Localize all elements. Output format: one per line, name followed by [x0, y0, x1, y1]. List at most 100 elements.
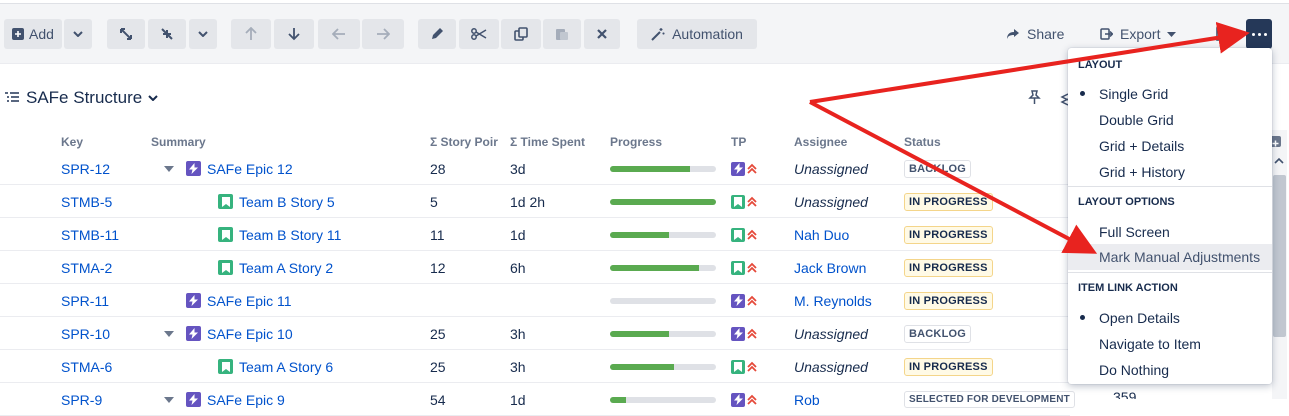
column-header-summary[interactable]: Summary: [151, 135, 206, 149]
table-row[interactable]: STMA-2 Team A Story 2 12 6h Jack Brown IN PRO…: [0, 251, 1070, 284]
layout-toggle-button[interactable]: [1216, 19, 1232, 49]
issue-summary-link[interactable]: Team A Story 6: [239, 359, 333, 375]
story-icon: [218, 227, 233, 242]
table-row[interactable]: SPR-12 SAFe Epic 12 28 3d Unassigned BACKLOG: [0, 152, 1070, 185]
move-left-button[interactable]: [318, 19, 360, 49]
menu-item-full-screen[interactable]: Full Screen: [1099, 224, 1170, 240]
expand-button[interactable]: [107, 19, 145, 49]
assignee-value[interactable]: Nah Duo: [794, 218, 849, 251]
assignee-value[interactable]: Jack Brown: [794, 251, 866, 284]
delete-button[interactable]: [584, 19, 620, 49]
table-row[interactable]: STMB-11 Team B Story 11 11 1d Nah Duo IN PROG…: [0, 218, 1070, 251]
column-header-tp[interactable]: TP: [731, 135, 746, 149]
status-badge[interactable]: IN PROGRESS: [904, 192, 993, 211]
copy-button[interactable]: [501, 19, 541, 49]
assignee-value[interactable]: Rob: [794, 383, 820, 416]
status-badge[interactable]: IN PROGRESS: [904, 258, 993, 277]
status-badge[interactable]: SELECTED FOR DEVELOPMENT: [904, 391, 1075, 408]
issue-key-link[interactable]: STMB-5: [61, 185, 112, 218]
pin-icon[interactable]: [1027, 90, 1042, 110]
tp-epic-icon: [731, 161, 745, 176]
issue-key-link[interactable]: STMB-11: [61, 218, 119, 251]
menu-item-do-nothing[interactable]: Do Nothing: [1099, 362, 1169, 378]
scissors-icon: [471, 28, 487, 40]
story-points-value: 12: [430, 259, 446, 276]
add-dropdown-button[interactable]: [64, 19, 92, 49]
issue-key-link[interactable]: STMA-6: [61, 350, 112, 383]
progress-bar: [610, 284, 716, 317]
tp-cell: [731, 284, 757, 317]
issue-summary-link[interactable]: SAFe Epic 10: [207, 326, 293, 342]
issue-key-link[interactable]: SPR-10: [61, 317, 110, 350]
progress-fill: [610, 165, 690, 172]
priority-highest-icon: [747, 295, 757, 306]
edit-button[interactable]: [418, 19, 456, 49]
menu-item-double-grid[interactable]: Double Grid: [1099, 112, 1174, 128]
table-row[interactable]: SPR-9 SAFe Epic 9 54 1d Rob SELECTED FOR DEVE…: [0, 383, 1075, 416]
automation-button[interactable]: Automation: [637, 19, 757, 49]
column-header-assignee[interactable]: Assignee: [794, 135, 847, 149]
paste-button[interactable]: [543, 19, 581, 49]
scroll-up-icon[interactable]: [1272, 152, 1286, 170]
column-header-progress[interactable]: Progress: [610, 135, 662, 149]
issue-summary-link[interactable]: Team B Story 11: [239, 227, 341, 243]
table-row[interactable]: STMA-6 Team A Story 6 25 3h Unassigned IN PRO…: [0, 350, 1070, 383]
share-button[interactable]: Share: [1006, 19, 1064, 49]
progress-fill: [610, 198, 716, 205]
table-row[interactable]: SPR-11 SAFe Epic 11 M. Reynolds IN PROGRESS: [0, 284, 1070, 317]
collapse-button[interactable]: [148, 19, 186, 49]
expand-dropdown-button[interactable]: [189, 19, 217, 49]
menu-item-open-details[interactable]: Open Details: [1099, 310, 1180, 326]
column-header-story-points[interactable]: Σ Story Poir: [430, 135, 498, 149]
hierarchy-icon: [5, 92, 19, 102]
progress-bar: [610, 152, 716, 185]
status-badge[interactable]: IN PROGRESS: [904, 225, 993, 244]
scrollbar-thumb[interactable]: [1273, 175, 1286, 337]
issue-summary-link[interactable]: Team A Story 2: [239, 260, 333, 276]
column-header-key[interactable]: Key: [61, 135, 83, 149]
menu-item-mark-manual-adjustments[interactable]: Mark Manual Adjustments: [1068, 244, 1272, 270]
add-button[interactable]: Add: [4, 19, 62, 49]
tp-epic-icon: [731, 293, 745, 308]
menu-item-navigate-to-item[interactable]: Navigate to Item: [1099, 336, 1201, 352]
export-button[interactable]: Export: [1100, 19, 1177, 49]
export-label: Export: [1120, 26, 1161, 42]
status-badge[interactable]: IN PROGRESS: [904, 357, 993, 376]
more-options-button[interactable]: [1246, 19, 1272, 49]
menu-item-grid-details[interactable]: Grid + Details: [1099, 138, 1184, 154]
menu-item-grid-history[interactable]: Grid + History: [1099, 164, 1185, 180]
cut-button[interactable]: [459, 19, 499, 49]
move-right-button[interactable]: [362, 19, 404, 49]
status-badge[interactable]: BACKLOG: [904, 159, 972, 178]
layers-icon[interactable]: [1060, 92, 1069, 111]
issue-key-link[interactable]: SPR-9: [61, 383, 102, 416]
issue-summary-link[interactable]: Team B Story 5: [239, 194, 335, 210]
issue-key-link[interactable]: STMA-2: [61, 251, 112, 284]
expand-toggle-icon[interactable]: [164, 317, 174, 350]
expand-toggle-icon[interactable]: [164, 152, 174, 185]
more-dot: [1263, 32, 1267, 36]
move-up-button[interactable]: [231, 19, 271, 49]
tp-epic-icon: [731, 326, 745, 341]
table-row[interactable]: SPR-10 SAFe Epic 10 25 3h Unassigned BACKLOG: [0, 317, 1070, 350]
column-header-status[interactable]: Status: [904, 135, 941, 149]
progress-bar: [610, 185, 716, 218]
chevron-down-icon: [148, 95, 158, 101]
issue-summary-link[interactable]: SAFe Epic 9: [207, 392, 285, 408]
move-down-button[interactable]: [274, 19, 314, 49]
table-row[interactable]: STMB-5 Team B Story 5 5 1d 2h Unassigned IN P…: [0, 185, 1070, 218]
issue-key-link[interactable]: SPR-11: [61, 284, 109, 317]
menu-section-item-link-action: ITEM LINK ACTION: [1078, 282, 1178, 294]
arrow-up-icon: [245, 27, 257, 40]
status-badge[interactable]: IN PROGRESS: [904, 291, 993, 310]
column-header-time-spent[interactable]: Σ Time Spent: [510, 135, 585, 149]
structure-selector[interactable]: SAFe Structure: [4, 88, 158, 108]
issue-summary-link[interactable]: SAFe Epic 11: [207, 293, 292, 309]
status-badge[interactable]: BACKLOG: [904, 324, 972, 343]
expand-toggle-icon[interactable]: [164, 383, 174, 416]
assignee-value[interactable]: M. Reynolds: [794, 284, 872, 317]
menu-item-single-grid[interactable]: Single Grid: [1099, 86, 1168, 102]
tp-story-icon: [731, 227, 745, 242]
issue-summary-link[interactable]: SAFe Epic 12: [207, 161, 293, 177]
issue-key-link[interactable]: SPR-12: [61, 152, 110, 185]
